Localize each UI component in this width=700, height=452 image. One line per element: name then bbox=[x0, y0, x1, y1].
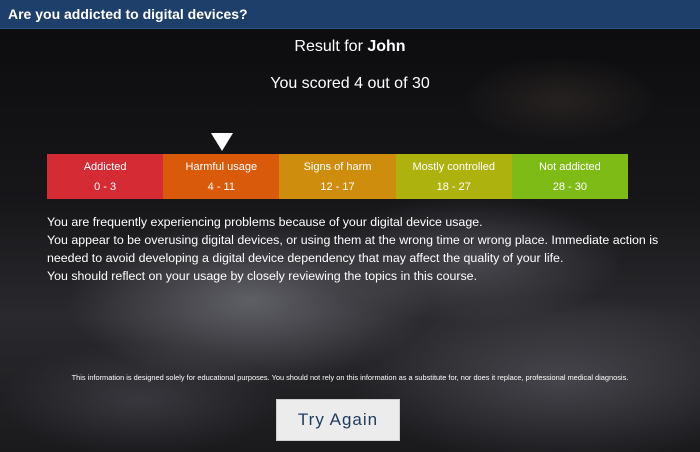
description-line: You should reflect on your usage by clos… bbox=[47, 269, 478, 283]
score-text: You scored 4 out of 30 bbox=[270, 75, 430, 92]
scale-segment-label: Addicted bbox=[83, 160, 127, 173]
try-again-button[interactable]: Try Again bbox=[276, 399, 400, 441]
scale-segment-range: 0 - 3 bbox=[94, 180, 117, 193]
scale-segment-label: Signs of harm bbox=[303, 160, 372, 173]
scale-segment-label: Not addicted bbox=[539, 160, 601, 173]
description-line: You are frequently experiencing problems… bbox=[47, 215, 483, 229]
score-marker-triangle-icon bbox=[211, 133, 233, 151]
disclaimer-text: This information is designed solely for … bbox=[71, 373, 629, 382]
scale-segment-addicted: Addicted 0 - 3 bbox=[47, 154, 164, 199]
window-title: Are you addicted to digital devices? bbox=[8, 6, 248, 22]
scale-segment-not-addicted: Not addicted 28 - 30 bbox=[511, 154, 629, 199]
scale-segment-range: 4 - 11 bbox=[207, 180, 235, 193]
scale-segment-range: 28 - 30 bbox=[552, 180, 588, 193]
result-heading: Result for John bbox=[0, 38, 700, 56]
scale-segment-label: Harmful usage bbox=[185, 160, 258, 173]
scale-segment-range: 12 - 17 bbox=[320, 180, 355, 193]
scale-segment-range: 18 - 27 bbox=[436, 180, 471, 193]
scale-segment-harmful-usage: Harmful usage 4 - 11 bbox=[163, 154, 280, 199]
title-bar: Are you addicted to digital devices? bbox=[0, 0, 700, 29]
scale-segment-mostly-controlled: Mostly controlled 18 - 27 bbox=[395, 154, 512, 199]
scale-segment-label: Mostly controlled bbox=[412, 160, 495, 173]
result-prefix: Result for bbox=[294, 38, 368, 55]
scale-segment-signs-of-harm: Signs of harm 12 - 17 bbox=[279, 154, 396, 199]
quiz-result-screen: Are you addicted to digital devices? Res… bbox=[0, 0, 700, 452]
description-line: You appear to be overusing digital devic… bbox=[47, 233, 659, 265]
user-name: John bbox=[367, 38, 406, 55]
score-scale: Addicted 0 - 3 Harmful usage 4 - 11 Sign… bbox=[47, 154, 629, 199]
result-description: You are frequently experiencing problems… bbox=[47, 213, 667, 285]
